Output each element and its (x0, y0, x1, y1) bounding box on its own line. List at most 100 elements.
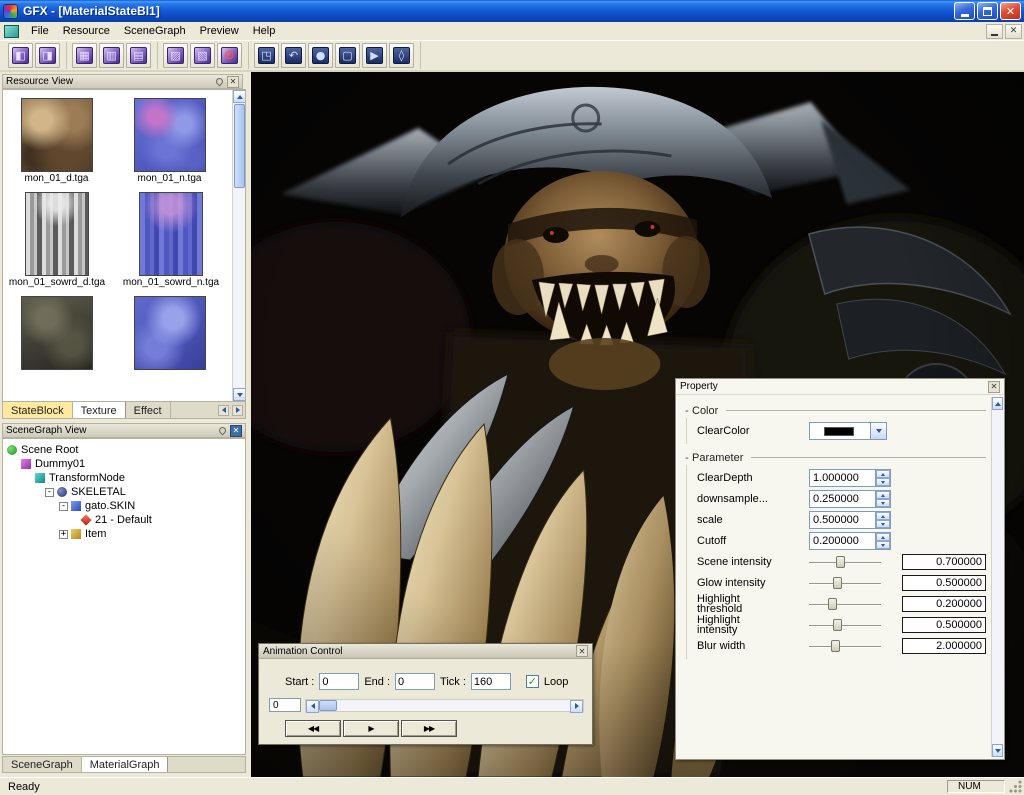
start-input[interactable] (319, 673, 359, 690)
texture-item[interactable] (19, 296, 94, 370)
end-input[interactable] (395, 673, 435, 690)
texture-thumbnail[interactable] (134, 296, 206, 370)
mdi-close-button[interactable]: ✕ (1005, 24, 1022, 39)
tab-texture[interactable]: Texture (73, 402, 126, 418)
highlight-threshold-value[interactable]: 0.200000 (902, 596, 986, 612)
mdi-minimize-button[interactable] (986, 24, 1003, 39)
spin-down-icon[interactable] (876, 541, 890, 549)
glow-intensity-slider[interactable] (809, 575, 881, 591)
texture-item[interactable]: mon_01_sowrd_n.tga (133, 192, 209, 288)
close-icon[interactable]: ✕ (576, 645, 588, 657)
texture-item[interactable]: mon_01_sowrd_d.tga (19, 192, 95, 288)
tree-node-material-default[interactable]: 21 - Default (3, 513, 245, 527)
cleardepth-spinbox[interactable]: 1.000000 (809, 469, 891, 487)
slider-thumb[interactable] (836, 556, 845, 568)
tick-input[interactable] (471, 673, 511, 690)
mdi-document-icon[interactable] (4, 25, 19, 38)
clearcolor-dropdown[interactable] (809, 422, 887, 440)
title-bar[interactable]: GFX - [MaterialStateBl1] ✕ (0, 0, 1024, 22)
menu-scenegraph[interactable]: SceneGraph (117, 23, 193, 39)
slider-thumb[interactable] (828, 598, 837, 610)
save-resource-button[interactable]: ▤ (126, 43, 151, 68)
export-button[interactable]: ▥ (99, 43, 124, 68)
highlight-intensity-slider[interactable] (809, 617, 881, 633)
tab-scroll-left-icon[interactable] (218, 405, 229, 416)
rewind-button[interactable]: ◀◀ (285, 720, 341, 737)
spin-value[interactable]: 0.250000 (810, 491, 875, 507)
texture-thumbnail[interactable] (134, 98, 206, 172)
tree-node-skeletal[interactable]: - SKELETAL (3, 485, 245, 499)
import-button[interactable]: ▦ (72, 43, 97, 68)
scene-intensity-value[interactable]: 0.700000 (902, 554, 986, 570)
material-button[interactable]: ▧ (190, 43, 215, 68)
close-icon[interactable]: ✕ (230, 425, 242, 437)
close-icon[interactable]: ✕ (988, 381, 1000, 393)
expand-icon[interactable]: + (59, 530, 68, 539)
spin-down-icon[interactable] (876, 520, 890, 528)
pin-icon[interactable] (218, 426, 228, 436)
close-icon[interactable]: ✕ (227, 76, 239, 88)
slider-thumb[interactable] (833, 577, 842, 589)
resource-scrollbar[interactable] (232, 90, 245, 401)
scroll-down-icon[interactable] (233, 388, 246, 401)
tab-effect[interactable]: Effect (126, 402, 171, 418)
scrollbar-thumb[interactable] (234, 104, 245, 188)
fast-forward-button[interactable]: ▶▶ (401, 720, 457, 737)
scenegraph-view-header[interactable]: SceneGraph View ✕ (2, 423, 246, 438)
property-panel-header[interactable]: Property ✕ (676, 379, 1004, 395)
spin-down-icon[interactable] (876, 499, 890, 507)
downsample-spinbox[interactable]: 0.250000 (809, 490, 891, 508)
frame-value[interactable]: 0 (269, 698, 301, 712)
animation-panel-header[interactable]: Animation Control ✕ (259, 644, 592, 659)
timeline-scrollbar[interactable] (305, 699, 584, 712)
collapse-icon[interactable]: - (59, 502, 68, 511)
texture-item[interactable] (132, 296, 207, 370)
scrollbar-track[interactable] (337, 700, 570, 711)
glow-intensity-value[interactable]: 0.500000 (902, 575, 986, 591)
resource-view-header[interactable]: Resource View ✕ (2, 74, 243, 89)
spin-up-icon[interactable] (876, 533, 890, 541)
disable-button[interactable]: ⊘ (217, 43, 242, 68)
menu-help[interactable]: Help (246, 23, 283, 39)
scene-intensity-slider[interactable] (809, 554, 881, 570)
close-button[interactable]: ✕ (1000, 2, 1021, 20)
play-preview-button[interactable]: ▶ (362, 43, 387, 68)
maximize-button[interactable] (977, 2, 998, 20)
highlight-threshold-slider[interactable] (809, 596, 881, 612)
texture-thumbnail[interactable] (139, 192, 203, 276)
spin-value[interactable]: 0.200000 (810, 533, 875, 549)
tree-node-item[interactable]: + Item (3, 527, 245, 541)
render-sphere-button[interactable]: ● (308, 43, 333, 68)
texture-thumbnail[interactable] (21, 296, 93, 370)
scroll-down-icon[interactable] (992, 744, 1003, 757)
tree-node-dummy01[interactable]: Dummy01 (3, 457, 245, 471)
loop-checkbox[interactable]: ✓ (526, 675, 539, 688)
chevron-down-icon[interactable] (870, 423, 886, 439)
cutoff-spinbox[interactable]: 0.200000 (809, 532, 891, 550)
scrollbar-thumb[interactable] (319, 700, 337, 711)
spin-up-icon[interactable] (876, 512, 890, 520)
texture-thumbnail[interactable] (25, 192, 89, 276)
spin-up-icon[interactable] (876, 491, 890, 499)
texture-thumbnail[interactable] (21, 98, 93, 172)
blur-width-value[interactable]: 2.000000 (902, 638, 986, 654)
spin-value[interactable]: 1.000000 (810, 470, 875, 486)
scroll-up-icon[interactable] (992, 397, 1003, 410)
group-header-color[interactable]: - Color (682, 403, 988, 418)
slider-thumb[interactable] (833, 619, 842, 631)
scrollbar-track[interactable] (233, 189, 245, 388)
scroll-right-icon[interactable] (570, 700, 583, 713)
scroll-up-icon[interactable] (233, 90, 246, 103)
light-button[interactable]: ◊ (389, 43, 414, 68)
collapse-icon[interactable]: - (682, 405, 692, 417)
menu-file[interactable]: File (24, 23, 56, 39)
tree-node-scene-root[interactable]: Scene Root (3, 443, 245, 457)
tab-scenegraph[interactable]: SceneGraph (3, 757, 82, 772)
group-header-parameter[interactable]: - Parameter (682, 450, 988, 465)
new-button[interactable]: ◧ (8, 43, 33, 68)
minimize-button[interactable] (954, 2, 975, 20)
rotate-view-button[interactable]: ↶ (281, 43, 306, 68)
spin-down-icon[interactable] (876, 478, 890, 486)
texture-button[interactable]: ▨ (163, 43, 188, 68)
spin-value[interactable]: 0.500000 (810, 512, 875, 528)
